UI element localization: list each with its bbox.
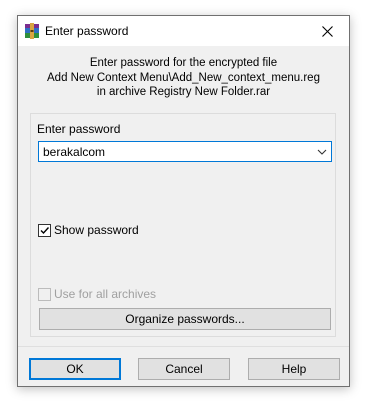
intro-message: Enter password for the encrypted file Ad…: [18, 56, 349, 100]
password-dialog: Enter password Enter password for the en…: [17, 15, 350, 387]
chevron-down-icon[interactable]: [316, 146, 328, 158]
use-for-all-label: Use for all archives: [54, 287, 157, 301]
use-for-all-checkbox: [38, 287, 51, 301]
show-password-option[interactable]: Show password: [38, 223, 139, 237]
cancel-button[interactable]: Cancel: [138, 358, 230, 380]
close-icon: [321, 25, 333, 37]
checkmark-icon: [40, 226, 50, 234]
window-title: Enter password: [45, 24, 129, 38]
help-button[interactable]: Help: [248, 358, 340, 380]
close-button[interactable]: [305, 16, 349, 46]
intro-line-1: Enter password for the encrypted file: [89, 57, 278, 69]
intro-line-2: Add New Context Menu\Add_New_context_men…: [47, 71, 320, 84]
title-bar[interactable]: Enter password: [18, 16, 349, 46]
show-password-label[interactable]: Show password: [54, 223, 139, 237]
show-password-checkbox[interactable]: [38, 223, 51, 237]
intro-line-3: in archive Registry New Folder.rar: [96, 86, 271, 98]
password-value[interactable]: berakalcom: [43, 145, 105, 159]
winrar-icon: [25, 23, 39, 39]
use-for-all-option: Use for all archives: [38, 287, 156, 301]
password-combobox[interactable]: berakalcom: [38, 141, 332, 162]
ok-button[interactable]: OK: [29, 358, 121, 380]
password-label: Enter password: [37, 122, 121, 136]
organize-passwords-button[interactable]: Organize passwords...: [39, 308, 331, 330]
